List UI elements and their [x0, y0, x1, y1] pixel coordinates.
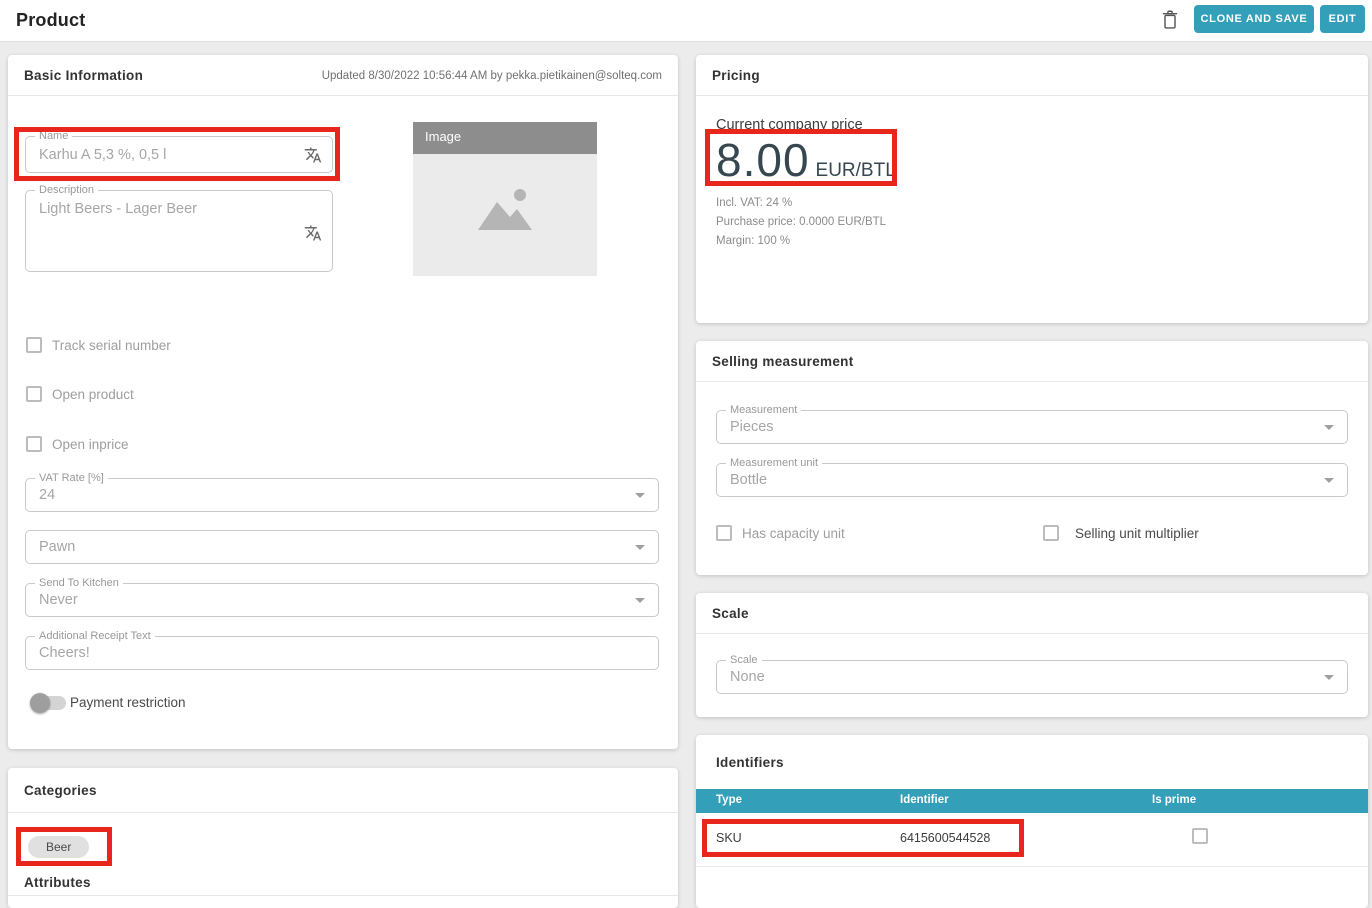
- incl-vat-text: Incl. VAT: 24 %: [716, 197, 792, 209]
- basic-information-title: Basic Information: [24, 68, 143, 83]
- image-panel-header: Image: [413, 122, 597, 154]
- measurement-value: Pieces: [730, 419, 774, 435]
- pricing-card: Pricing Current company price 8.00 EUR/B…: [696, 55, 1368, 323]
- additional-receipt-text-value: Cheers!: [39, 645, 90, 661]
- measurement-unit-label: Measurement unit: [726, 457, 822, 469]
- name-field[interactable]: Name Karhu A 5,3 %, 0,5 l: [25, 136, 333, 173]
- pricing-title: Pricing: [712, 68, 760, 83]
- category-chip-beer[interactable]: Beer: [28, 836, 89, 858]
- translate-icon[interactable]: [304, 146, 322, 164]
- price-unit: EUR/BTL: [816, 160, 896, 182]
- vat-rate-select[interactable]: VAT Rate [%] 24: [25, 478, 659, 512]
- column-header-is-prime: Is prime: [1152, 794, 1196, 806]
- column-header-identifier: Identifier: [900, 794, 949, 806]
- measurement-unit-value: Bottle: [730, 472, 767, 488]
- open-product-label: Open product: [52, 387, 134, 402]
- price-value: 8.00: [716, 137, 810, 183]
- identifiers-card: Identifiers Type Identifier Is prime SKU…: [696, 735, 1368, 908]
- payment-restriction-label: Payment restriction: [70, 695, 186, 710]
- edit-button[interactable]: EDIT: [1320, 5, 1365, 33]
- payment-restriction-toggle[interactable]: [32, 696, 66, 710]
- image-panel[interactable]: Image: [413, 122, 597, 276]
- identifiers-title: Identifiers: [716, 755, 784, 770]
- translate-icon[interactable]: [304, 224, 322, 242]
- scale-card: Scale Scale None: [696, 593, 1368, 717]
- is-prime-checkbox[interactable]: [1192, 828, 1208, 844]
- measurement-select[interactable]: Measurement Pieces: [716, 410, 1348, 444]
- pawn-value: Pawn: [39, 539, 75, 555]
- has-capacity-unit-checkbox[interactable]: [716, 525, 732, 541]
- open-product-checkbox[interactable]: [26, 386, 42, 402]
- scale-select[interactable]: Scale None: [716, 660, 1348, 694]
- scale-title: Scale: [712, 606, 749, 621]
- chevron-down-icon: [1324, 675, 1334, 680]
- has-capacity-unit-label: Has capacity unit: [742, 526, 845, 541]
- chevron-down-icon: [635, 493, 645, 498]
- delete-button[interactable]: [1158, 9, 1182, 33]
- selling-unit-multiplier-label: Selling unit multiplier: [1075, 526, 1199, 541]
- additional-receipt-text-field[interactable]: Additional Receipt Text Cheers!: [25, 636, 659, 670]
- open-inprice-label: Open inprice: [52, 437, 129, 452]
- open-inprice-checkbox[interactable]: [26, 436, 42, 452]
- description-field-value: Light Beers - Lager Beer: [39, 201, 197, 217]
- image-placeholder-icon: [470, 182, 540, 241]
- top-bar: Product CLONE AND SAVE EDIT: [0, 0, 1372, 42]
- attributes-title: Attributes: [24, 875, 91, 890]
- send-to-kitchen-select[interactable]: Send To Kitchen Never: [25, 583, 659, 617]
- track-serial-number-label: Track serial number: [52, 338, 171, 353]
- name-field-value: Karhu A 5,3 %, 0,5 l: [39, 147, 166, 163]
- vat-rate-value: 24: [39, 487, 55, 503]
- send-to-kitchen-label: Send To Kitchen: [35, 577, 123, 589]
- trash-icon: [1160, 19, 1180, 34]
- chevron-down-icon: [635, 598, 645, 603]
- measurement-label: Measurement: [726, 404, 801, 416]
- page-title: Product: [16, 10, 85, 31]
- scale-header: Scale: [696, 593, 1368, 634]
- divider: [8, 895, 678, 896]
- identifier-value-cell: 6415600544528: [900, 831, 990, 845]
- margin-text: Margin: 100 %: [716, 235, 790, 247]
- identifiers-table-header: Type Identifier Is prime: [696, 789, 1368, 813]
- selling-measurement-card: Selling measurement Measurement Pieces M…: [696, 341, 1368, 575]
- basic-information-card: Basic Information Updated 8/30/2022 10:5…: [8, 55, 678, 749]
- name-field-label: Name: [35, 130, 72, 142]
- clone-and-save-button[interactable]: CLONE AND SAVE: [1194, 5, 1314, 33]
- updated-text: Updated 8/30/2022 10:56:44 AM by pekka.p…: [322, 70, 662, 82]
- track-serial-number-checkbox[interactable]: [26, 337, 42, 353]
- description-field[interactable]: Description Light Beers - Lager Beer: [25, 190, 333, 272]
- selling-measurement-title: Selling measurement: [712, 354, 854, 369]
- scale-field-label: Scale: [726, 654, 762, 666]
- basic-information-header: Basic Information Updated 8/30/2022 10:5…: [8, 55, 678, 96]
- additional-receipt-text-label: Additional Receipt Text: [35, 630, 155, 642]
- current-price: 8.00 EUR/BTL: [716, 137, 896, 183]
- categories-title: Categories: [24, 783, 97, 798]
- measurement-unit-select[interactable]: Measurement unit Bottle: [716, 463, 1348, 497]
- description-field-label: Description: [35, 184, 98, 196]
- current-company-price-label: Current company price: [716, 117, 863, 133]
- column-header-type: Type: [716, 794, 742, 806]
- toggle-thumb: [30, 693, 50, 713]
- pricing-header: Pricing: [696, 55, 1368, 96]
- pawn-select[interactable]: Pawn: [25, 530, 659, 564]
- identifier-type-cell: SKU: [716, 831, 742, 845]
- purchase-price-text: Purchase price: 0.0000 EUR/BTL: [716, 216, 886, 228]
- image-panel-title: Image: [425, 129, 461, 144]
- selling-measurement-header: Selling measurement: [696, 341, 1368, 382]
- scale-field-value: None: [730, 669, 765, 685]
- chevron-down-icon: [1324, 478, 1334, 483]
- vat-rate-label: VAT Rate [%]: [35, 472, 108, 484]
- divider: [696, 866, 1368, 867]
- send-to-kitchen-value: Never: [39, 592, 78, 608]
- selling-unit-multiplier-checkbox[interactable]: [1043, 525, 1059, 541]
- chevron-down-icon: [635, 545, 645, 550]
- chevron-down-icon: [1324, 425, 1334, 430]
- categories-card: Categories Beer Attributes: [8, 768, 678, 908]
- divider: [8, 812, 678, 813]
